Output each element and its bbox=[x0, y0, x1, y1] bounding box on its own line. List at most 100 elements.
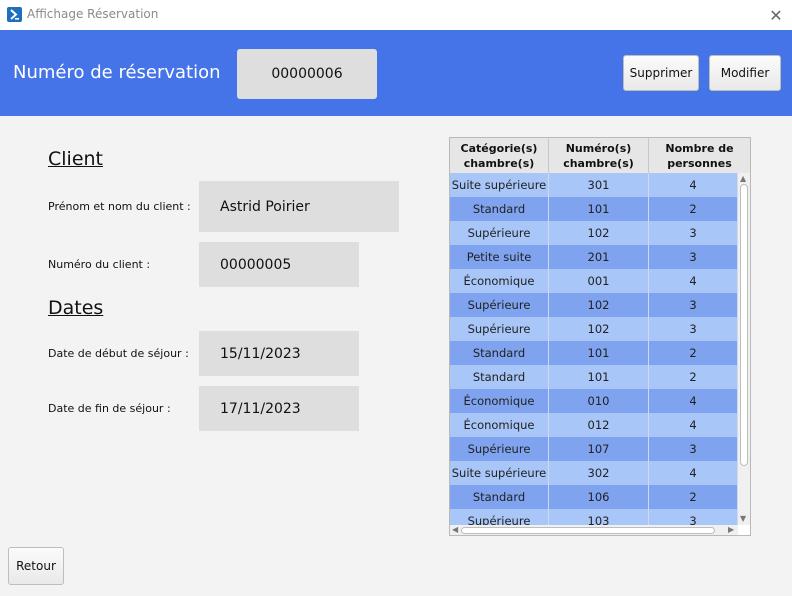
cell-persons: 2 bbox=[649, 485, 738, 509]
table-row[interactable]: Petite suite 201 3 bbox=[450, 245, 738, 269]
start-date-label: Date de début de séjour : bbox=[48, 347, 189, 360]
cell-room-number: 010 bbox=[549, 389, 649, 413]
cell-persons: 2 bbox=[649, 197, 738, 221]
column-header-room-number-line1: Numéro(s) bbox=[565, 142, 632, 155]
cell-room-number: 102 bbox=[549, 317, 649, 341]
column-header-persons-line1: Nombre de bbox=[665, 142, 734, 155]
cell-room-number: 103 bbox=[549, 509, 649, 525]
header-band: Numéro de réservation 00000006 Supprimer… bbox=[0, 30, 792, 116]
cell-category: Supérieure bbox=[450, 221, 549, 245]
cell-persons: 4 bbox=[649, 173, 738, 197]
cell-room-number: 101 bbox=[549, 341, 649, 365]
column-header-room-number[interactable]: Numéro(s) chambre(s) bbox=[549, 138, 649, 173]
cell-category: Supérieure bbox=[450, 293, 549, 317]
horizontal-scroll-thumb[interactable] bbox=[461, 527, 715, 534]
cell-room-number: 102 bbox=[549, 293, 649, 317]
cell-persons: 2 bbox=[649, 341, 738, 365]
app-logo-icon bbox=[7, 7, 22, 22]
table-row[interactable]: Suite supérieure 301 4 bbox=[450, 173, 738, 197]
cell-room-number: 001 bbox=[549, 269, 649, 293]
column-header-category-line1: Catégorie(s) bbox=[460, 142, 538, 155]
scroll-up-icon[interactable]: ▲ bbox=[740, 175, 746, 183]
cell-category: Supérieure bbox=[450, 317, 549, 341]
column-header-persons-line2: personnes bbox=[667, 157, 732, 170]
table-row[interactable]: Supérieure 102 3 bbox=[450, 221, 738, 245]
cell-persons: 4 bbox=[649, 269, 738, 293]
cell-persons: 4 bbox=[649, 461, 738, 485]
client-name-label: Prénom et nom du client : bbox=[48, 200, 191, 213]
reservation-number-label: Numéro de réservation bbox=[13, 62, 221, 83]
client-number-label: Numéro du client : bbox=[48, 258, 151, 271]
table-row[interactable]: Supérieure 102 3 bbox=[450, 317, 738, 341]
cell-persons: 2 bbox=[649, 365, 738, 389]
table-row[interactable]: Économique 012 4 bbox=[450, 413, 738, 437]
close-icon[interactable]: ✕ bbox=[760, 0, 792, 30]
cell-persons: 3 bbox=[649, 317, 738, 341]
table-row[interactable]: Supérieure 107 3 bbox=[450, 437, 738, 461]
vertical-scrollbar[interactable]: ▲ ▼ bbox=[738, 173, 750, 525]
scroll-left-icon[interactable]: ◀ bbox=[452, 526, 458, 534]
cell-room-number: 301 bbox=[549, 173, 649, 197]
vertical-scroll-thumb[interactable] bbox=[740, 184, 748, 466]
table-row[interactable]: Suite supérieure 302 4 bbox=[450, 461, 738, 485]
table-row[interactable]: Standard 101 2 bbox=[450, 341, 738, 365]
column-header-category[interactable]: Catégorie(s) chambre(s) bbox=[450, 138, 549, 173]
table-row[interactable]: Standard 101 2 bbox=[450, 365, 738, 389]
column-header-room-number-line2: chambre(s) bbox=[563, 157, 634, 170]
table-row[interactable]: Standard 101 2 bbox=[450, 197, 738, 221]
cell-persons: 3 bbox=[649, 509, 738, 525]
cell-room-number: 106 bbox=[549, 485, 649, 509]
scroll-down-icon[interactable]: ▼ bbox=[740, 515, 746, 523]
cell-room-number: 302 bbox=[549, 461, 649, 485]
table-row[interactable]: Standard 106 2 bbox=[450, 485, 738, 509]
cell-persons: 3 bbox=[649, 245, 738, 269]
cell-category: Standard bbox=[450, 197, 549, 221]
end-date-field: 17/11/2023 bbox=[199, 386, 359, 431]
column-header-category-line2: chambre(s) bbox=[463, 157, 535, 170]
table-header: Catégorie(s) chambre(s) Numéro(s) chambr… bbox=[450, 138, 750, 174]
cell-persons: 4 bbox=[649, 389, 738, 413]
table-body: Suite supérieure 301 4 Standard 101 2 Supérieu… bbox=[450, 173, 738, 525]
cell-persons: 3 bbox=[649, 437, 738, 461]
cell-room-number: 201 bbox=[549, 245, 649, 269]
column-header-persons[interactable]: Nombre de personnes bbox=[649, 138, 750, 173]
horizontal-scrollbar[interactable]: ◀ ▶ bbox=[450, 525, 738, 535]
dates-section-title: Dates bbox=[48, 297, 104, 319]
cell-persons: 3 bbox=[649, 221, 738, 245]
cell-category: Économique bbox=[450, 413, 549, 437]
cell-category: Standard bbox=[450, 341, 549, 365]
cell-category: Supérieure bbox=[450, 437, 549, 461]
back-button[interactable]: Retour bbox=[8, 547, 64, 585]
client-section-title: Client bbox=[48, 148, 104, 170]
cell-room-number: 101 bbox=[549, 197, 649, 221]
cell-room-number: 012 bbox=[549, 413, 649, 437]
client-name-field: Astrid Poirier bbox=[199, 181, 399, 232]
cell-persons: 3 bbox=[649, 293, 738, 317]
table-row[interactable]: Économique 001 4 bbox=[450, 269, 738, 293]
title-bar: Affichage Réservation ✕ bbox=[0, 0, 792, 30]
window-title: Affichage Réservation bbox=[27, 7, 159, 21]
client-number-field: 00000005 bbox=[199, 242, 359, 287]
reservation-number-field: 00000006 bbox=[237, 49, 377, 99]
cell-category: Supérieure bbox=[450, 509, 549, 525]
start-date-field: 15/11/2023 bbox=[199, 331, 359, 376]
cell-category: Économique bbox=[450, 389, 549, 413]
cell-room-number: 101 bbox=[549, 365, 649, 389]
rooms-table[interactable]: Catégorie(s) chambre(s) Numéro(s) chambr… bbox=[449, 137, 751, 536]
cell-category: Suite supérieure bbox=[450, 461, 549, 485]
cell-category: Standard bbox=[450, 485, 549, 509]
cell-category: Petite suite bbox=[450, 245, 549, 269]
cell-room-number: 102 bbox=[549, 221, 649, 245]
table-row[interactable]: Supérieure 102 3 bbox=[450, 293, 738, 317]
edit-button[interactable]: Modifier bbox=[709, 55, 781, 91]
cell-persons: 4 bbox=[649, 413, 738, 437]
cell-category: Économique bbox=[450, 269, 549, 293]
scroll-right-icon[interactable]: ▶ bbox=[728, 526, 734, 534]
end-date-label: Date de fin de séjour : bbox=[48, 402, 171, 415]
cell-room-number: 107 bbox=[549, 437, 649, 461]
cell-category: Standard bbox=[450, 365, 549, 389]
cell-category: Suite supérieure bbox=[450, 173, 549, 197]
table-row[interactable]: Supérieure 103 3 bbox=[450, 509, 738, 525]
delete-button[interactable]: Supprimer bbox=[623, 55, 699, 91]
table-row[interactable]: Économique 010 4 bbox=[450, 389, 738, 413]
